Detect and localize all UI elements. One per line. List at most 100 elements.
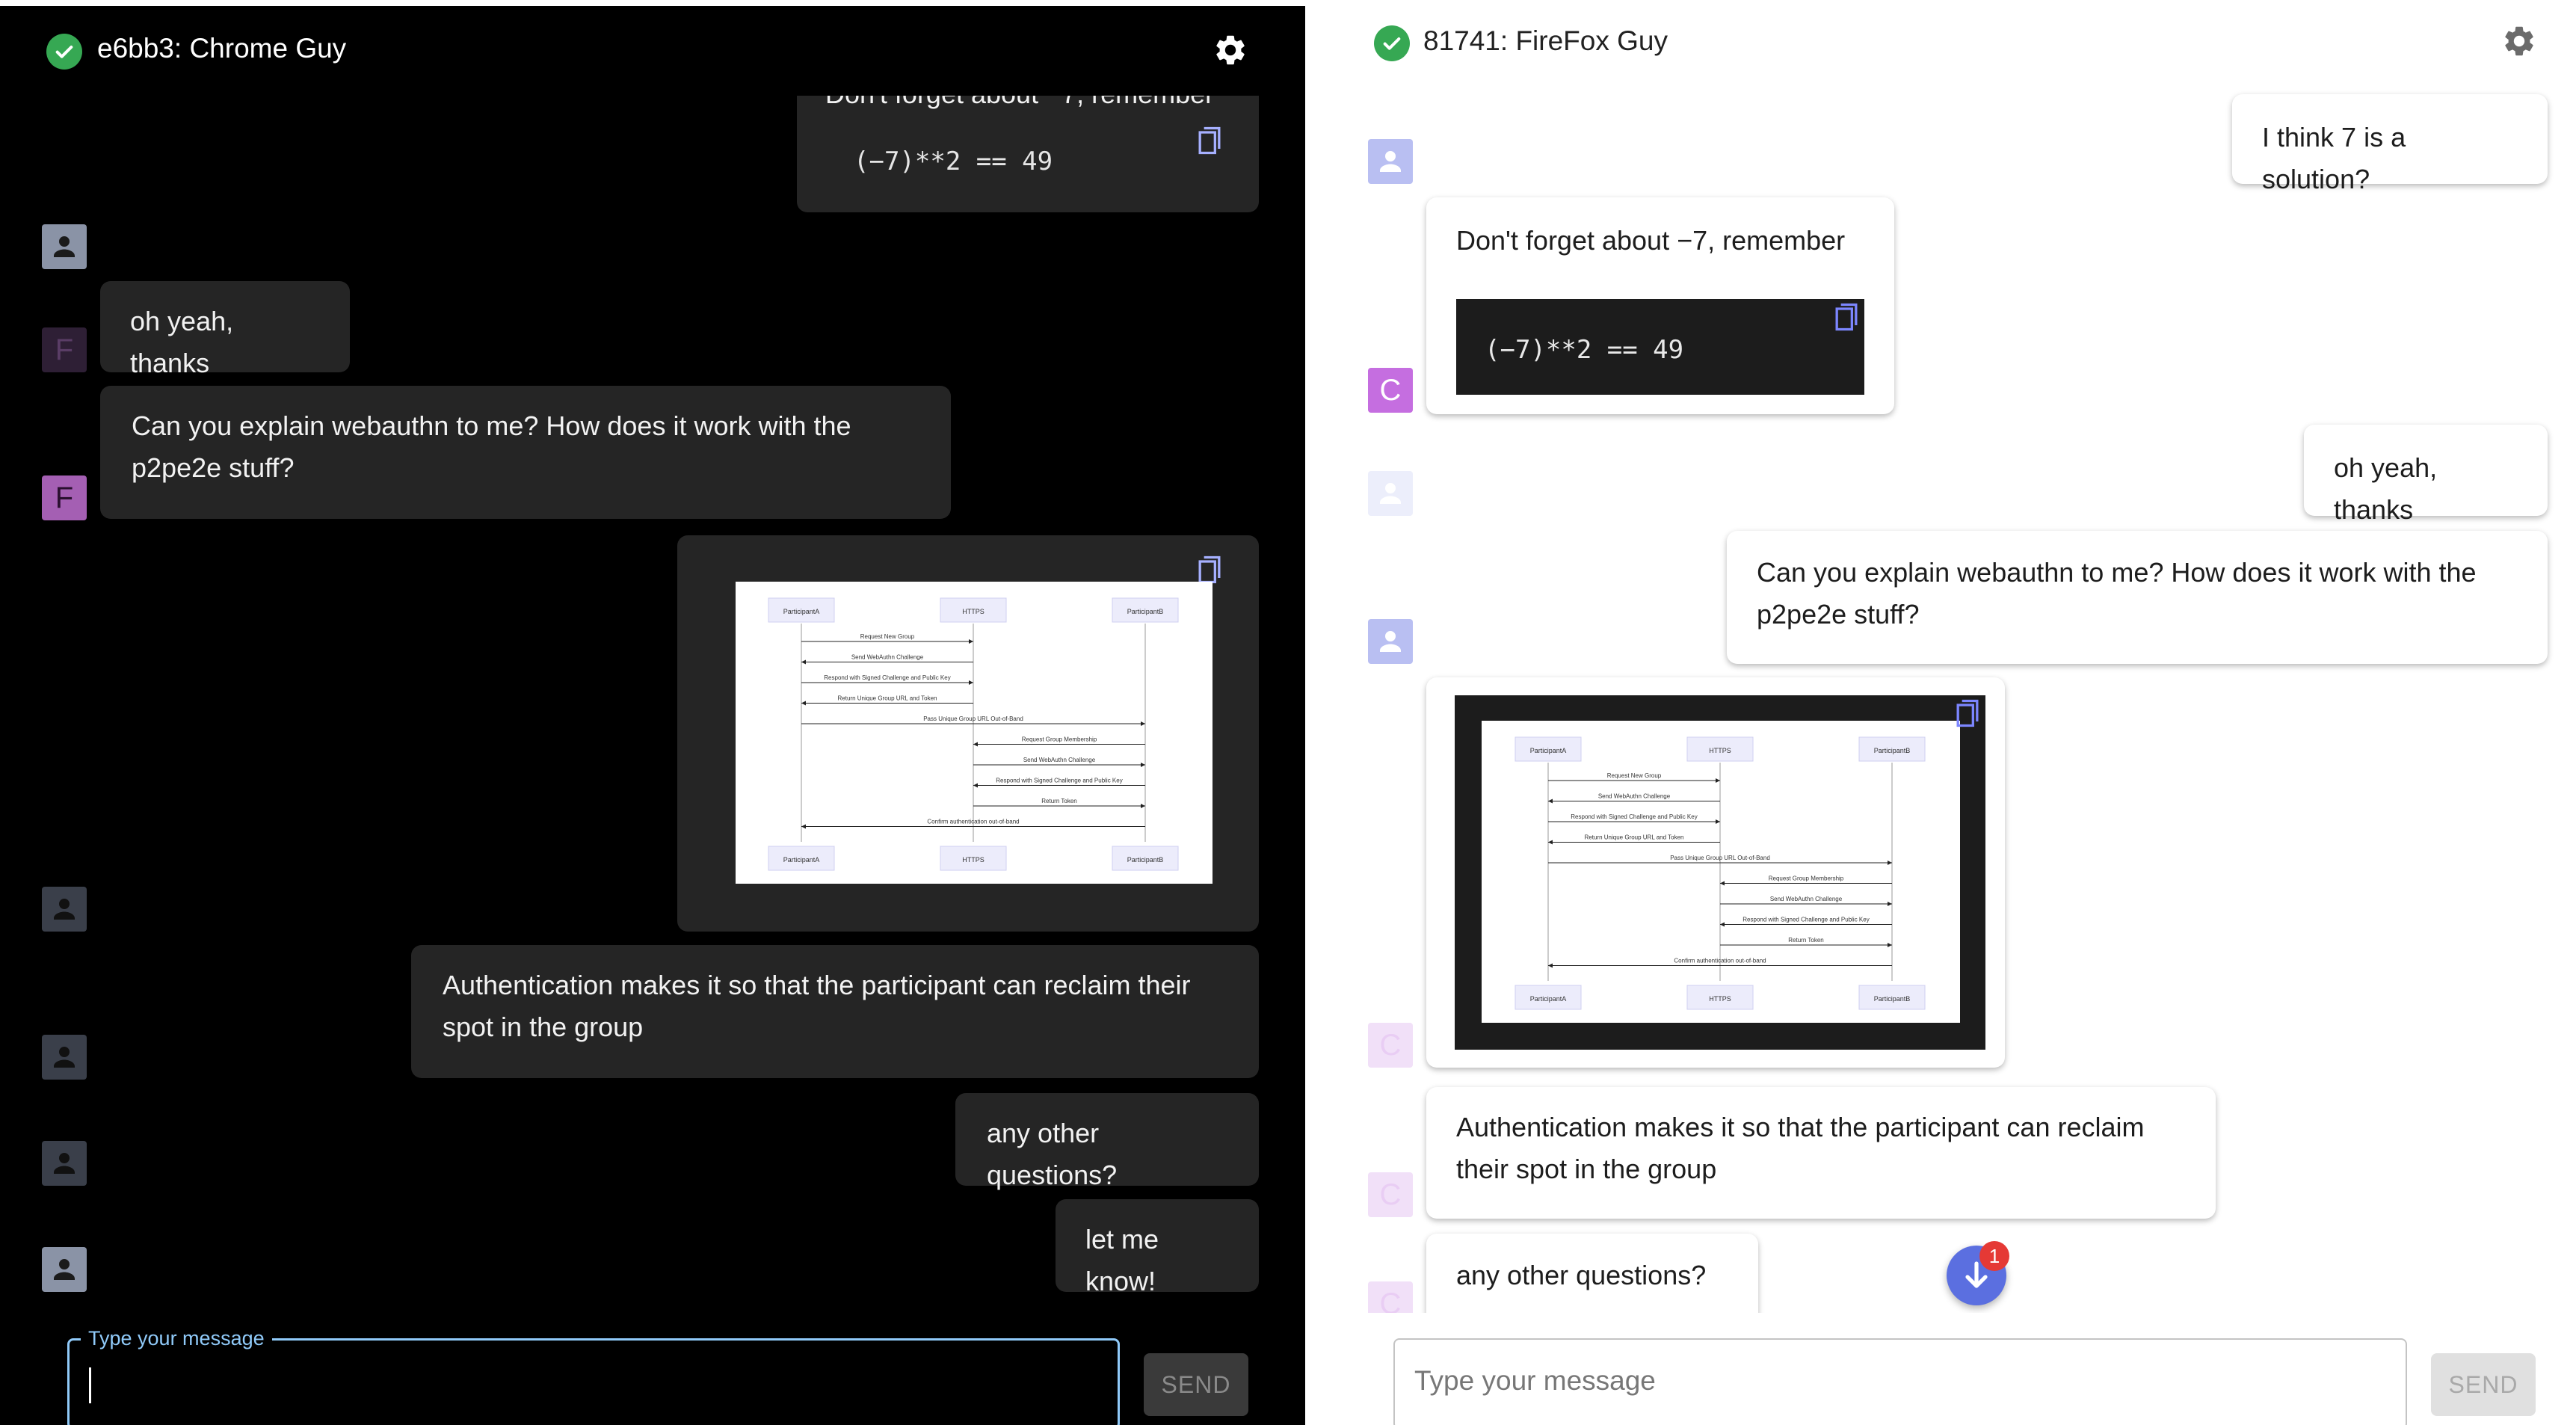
message-list[interactable]: Don't forget about −7, remember (−7)**2 … bbox=[0, 96, 1305, 1299]
connected-check-icon bbox=[1374, 25, 1410, 61]
avatar-c-faded: C bbox=[1368, 1172, 1413, 1217]
diagram-frame: ParticipantA HTTPS ParticipantB Participant… bbox=[1455, 695, 1985, 1050]
message-bubble-code: Don't forget about −7, remember (−7)**2 … bbox=[797, 96, 1259, 212]
message-bubble: any other questions? bbox=[955, 1093, 1259, 1190]
message-text: I think 7 is a solution? bbox=[2262, 122, 2406, 194]
message-text: Don't forget about −7, remember bbox=[825, 96, 1214, 115]
svg-text:ParticipantB: ParticipantB bbox=[1874, 995, 1911, 1003]
user-avatar-faded bbox=[42, 1035, 87, 1080]
svg-text:Respond with Signed Challenge: Respond with Signed Challenge and Public… bbox=[996, 778, 1122, 784]
sequence-diagram: ParticipantA HTTPS ParticipantB Participant… bbox=[736, 582, 1212, 884]
message-input[interactable]: Type your message bbox=[1393, 1338, 2407, 1425]
copy-icon[interactable] bbox=[1951, 695, 1984, 731]
code-text: (−7)**2 == 49 bbox=[854, 147, 1053, 176]
svg-text:ParticipantB: ParticipantB bbox=[1874, 747, 1911, 754]
svg-text:Send WebAuthn Challenge: Send WebAuthn Challenge bbox=[1598, 793, 1671, 800]
message-bubble-diagram: ParticipantA HTTPS ParticipantB Participant… bbox=[1426, 677, 2005, 1068]
message-text: Can you explain webauthn to me? How does… bbox=[1757, 557, 2477, 588]
avatar-f-faded: F bbox=[42, 327, 87, 372]
message-bubble: let me know! bbox=[1056, 1199, 1259, 1296]
message-text: oh yeah, thanks bbox=[130, 306, 234, 378]
message-text: spot in the group bbox=[443, 1012, 644, 1042]
message-bubble: oh yeah, thanks bbox=[2304, 425, 2548, 525]
avatar-c: C bbox=[1368, 368, 1413, 413]
message-text: Authentication makes it so that the part… bbox=[1456, 1112, 2145, 1142]
participant-box: ParticipantA bbox=[1515, 985, 1582, 1010]
text-cursor bbox=[89, 1367, 91, 1403]
participant-box: ParticipantB bbox=[1112, 597, 1179, 623]
svg-text:Respond with Signed Challenge: Respond with Signed Challenge and Public… bbox=[1743, 917, 1869, 923]
svg-text:ParticipantA: ParticipantA bbox=[783, 856, 820, 864]
user-avatar bbox=[42, 224, 87, 269]
message-text: their spot in the group bbox=[1456, 1154, 1717, 1184]
svg-text:ParticipantA: ParticipantA bbox=[1530, 747, 1567, 754]
svg-text:Return Token: Return Token bbox=[1041, 798, 1076, 804]
chrome-chat-pane: e6bb3: Chrome Guy Don't forget about −7,… bbox=[0, 0, 1305, 1425]
chat-title: 81741: FireFox Guy bbox=[1423, 25, 1668, 56]
svg-text:Send WebAuthn Challenge: Send WebAuthn Challenge bbox=[851, 654, 924, 661]
svg-text:Pass Unique Group URL Out-of-B: Pass Unique Group URL Out-of-Band bbox=[1670, 855, 1770, 861]
message-text: any other questions? bbox=[987, 1118, 1118, 1190]
connected-check-icon bbox=[46, 34, 82, 70]
copy-icon[interactable] bbox=[1830, 299, 1863, 335]
send-button[interactable]: SEND bbox=[2431, 1353, 2536, 1416]
svg-text:HTTPS: HTTPS bbox=[962, 608, 985, 615]
participant-box: HTTPS bbox=[940, 597, 1007, 623]
svg-text:ParticipantB: ParticipantB bbox=[1127, 856, 1164, 864]
svg-text:ParticipantA: ParticipantA bbox=[783, 608, 820, 615]
svg-text:Return Unique Group URL and To: Return Unique Group URL and Token bbox=[838, 695, 937, 702]
message-bubble: oh yeah, thanks bbox=[100, 281, 350, 378]
send-button[interactable]: SEND bbox=[1144, 1353, 1248, 1416]
user-avatar-faded bbox=[1368, 471, 1413, 516]
firefox-chat-pane: 81741: FireFox Guy I think 7 is a soluti… bbox=[1305, 0, 2576, 1425]
user-avatar-faded bbox=[42, 887, 87, 932]
input-placeholder: Type your message bbox=[1414, 1365, 1656, 1396]
avatar-f: F bbox=[42, 475, 87, 520]
message-text: p2pe2e stuff? bbox=[1757, 599, 1920, 630]
participant-box: ParticipantA bbox=[768, 597, 835, 623]
message-text: any other questions? bbox=[1456, 1260, 1707, 1290]
message-bubble: Authentication makes it so that the part… bbox=[1426, 1087, 2216, 1219]
participant-box: ParticipantB bbox=[1858, 736, 1926, 762]
svg-text:Pass Unique Group URL Out-of-B: Pass Unique Group URL Out-of-Band bbox=[923, 715, 1023, 722]
svg-text:HTTPS: HTTPS bbox=[962, 856, 985, 864]
svg-text:Return Token: Return Token bbox=[1788, 937, 1823, 944]
svg-text:Request Group Membership: Request Group Membership bbox=[1022, 736, 1097, 743]
settings-gear-icon[interactable] bbox=[2501, 23, 2537, 59]
user-avatar bbox=[1368, 139, 1413, 184]
code-block: (−7)**2 == 49 bbox=[1456, 299, 1864, 395]
user-avatar-faded bbox=[42, 1141, 87, 1186]
message-bubble: I think 7 is a solution? bbox=[2232, 94, 2548, 194]
user-avatar bbox=[42, 1247, 87, 1292]
message-text: let me know! bbox=[1085, 1224, 1159, 1296]
svg-text:Respond with Signed Challenge: Respond with Signed Challenge and Public… bbox=[1571, 813, 1697, 820]
message-bubble-code: Don't forget about −7, remember (−7)**2 … bbox=[1426, 197, 1894, 414]
settings-gear-icon[interactable] bbox=[1212, 32, 1248, 68]
message-bubble-diagram: ParticipantA HTTPS ParticipantB Participant… bbox=[677, 535, 1259, 932]
message-bubble: any other questions? bbox=[1426, 1234, 1758, 1313]
copy-icon[interactable] bbox=[1193, 123, 1226, 158]
unread-badge: 1 bbox=[1979, 1241, 2009, 1271]
avatar-c-faded: C bbox=[1368, 1023, 1413, 1068]
message-text: p2pe2e stuff? bbox=[132, 452, 295, 483]
svg-text:Send WebAuthn Challenge: Send WebAuthn Challenge bbox=[1023, 757, 1096, 763]
svg-text:Respond with Signed Challenge: Respond with Signed Challenge and Public… bbox=[824, 674, 950, 681]
message-text: oh yeah, thanks bbox=[2334, 452, 2438, 525]
svg-text:HTTPS: HTTPS bbox=[1709, 995, 1731, 1003]
message-text: Don't forget about −7, remember bbox=[1456, 225, 1846, 256]
code-text: (−7)**2 == 49 bbox=[1485, 335, 1684, 365]
svg-text:ParticipantB: ParticipantB bbox=[1127, 608, 1164, 615]
sequence-diagram: ParticipantA HTTPS ParticipantB Participant… bbox=[1482, 721, 1960, 1023]
avatar-c-faded: C bbox=[1368, 1281, 1413, 1313]
participant-box: ParticipantB bbox=[1858, 985, 1926, 1010]
participant-box: HTTPS bbox=[1686, 985, 1754, 1010]
svg-text:Confirm authentication out-of-: Confirm authentication out-of-band bbox=[927, 819, 1019, 825]
participant-box: ParticipantA bbox=[1515, 736, 1582, 762]
svg-text:Confirm authentication out-of-: Confirm authentication out-of-band bbox=[1674, 958, 1766, 964]
chat-title: e6bb3: Chrome Guy bbox=[97, 33, 347, 64]
participant-box: ParticipantB bbox=[1112, 846, 1179, 871]
svg-text:Request New Group: Request New Group bbox=[860, 633, 915, 640]
message-list[interactable]: I think 7 is a solution? Don't forget ab… bbox=[1305, 75, 2576, 1313]
svg-text:Request Group Membership: Request Group Membership bbox=[1769, 875, 1844, 882]
svg-text:Request New Group: Request New Group bbox=[1607, 772, 1662, 779]
